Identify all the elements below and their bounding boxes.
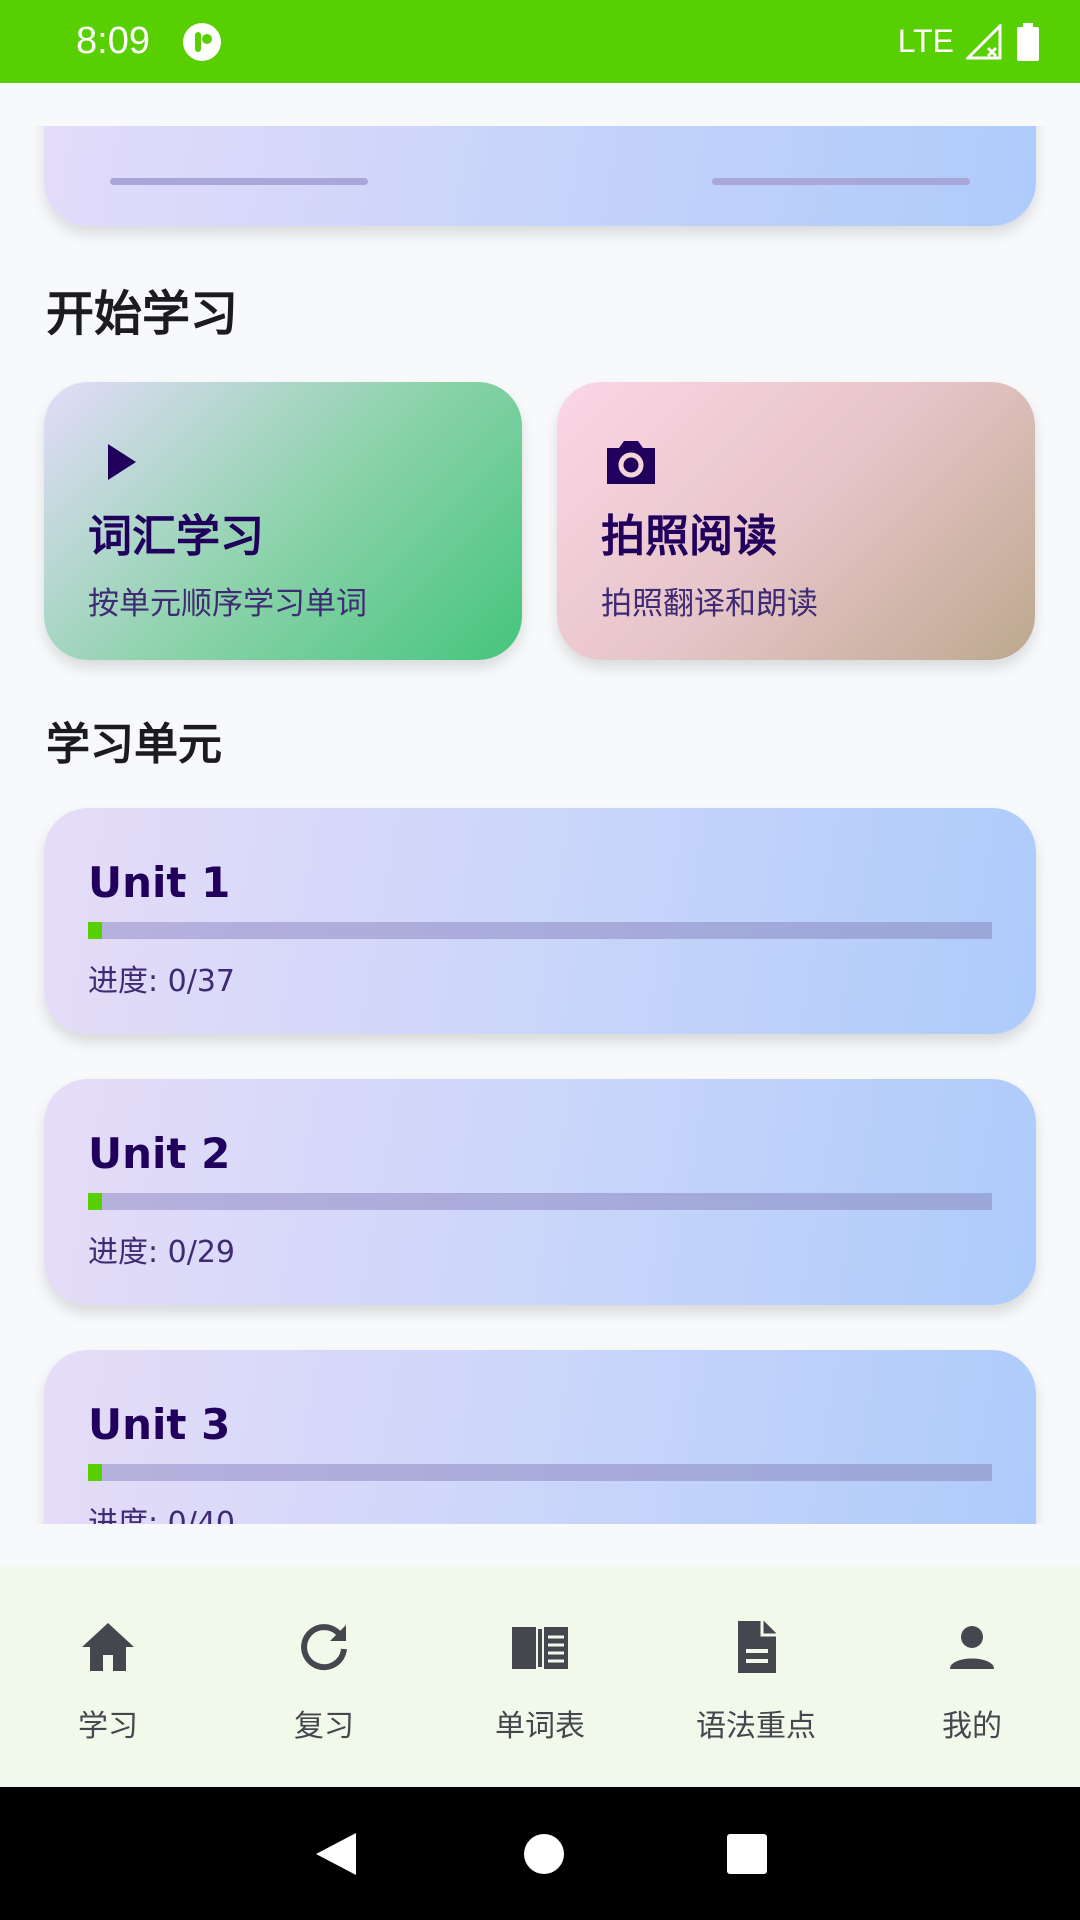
battery-icon [1017, 22, 1039, 61]
nav-item-study[interactable]: 学习 [0, 1567, 216, 1787]
nav-label: 复习 [294, 1709, 354, 1744]
vocab-study-subtitle: 按单元顺序学习单词 [88, 586, 367, 622]
section-title-start: 开始学习 [46, 286, 239, 342]
unit-progress-bar [88, 922, 992, 939]
document-icon [738, 1621, 776, 1673]
photo-reading-card[interactable]: 拍照阅读 拍照翻译和朗读 [557, 382, 1035, 660]
nav-label: 我的 [942, 1709, 1002, 1744]
stats-progress-line [110, 178, 368, 185]
unit-title: Unit 1 [88, 858, 231, 907]
unit-progress-text: 进度: 0/29 [88, 1235, 236, 1270]
content-scroll-area[interactable]: 开始学习 词汇学习 按单元顺序学习单词 拍照阅读 拍照翻译和朗读 学习单元 Un… [0, 126, 1080, 1524]
book-icon [512, 1627, 568, 1669]
camera-icon [607, 441, 655, 484]
system-navigation-bar [0, 1787, 1080, 1920]
unit-title: Unit 2 [88, 1129, 231, 1178]
nav-item-profile[interactable]: 我的 [864, 1567, 1080, 1787]
unit-progress-fill [88, 1193, 103, 1210]
bottom-navigation: 学习 复习 单词表 语法重点 我的 [0, 1567, 1080, 1787]
section-title-units: 学习单元 [46, 719, 222, 770]
status-time: 8:09 [76, 20, 150, 62]
unit-progress-bar [88, 1193, 992, 1210]
unit-card[interactable]: Unit 3 进度: 0/40 [44, 1350, 1036, 1524]
play-icon [108, 444, 136, 480]
stats-progress-line [712, 178, 970, 185]
signal-icon [966, 23, 1002, 59]
unit-progress-fill [88, 1464, 103, 1481]
network-type: LTE [897, 23, 954, 59]
unit-title: Unit 3 [88, 1400, 231, 1449]
unit-progress-bar [88, 1464, 992, 1481]
app-notification-icon [182, 22, 221, 61]
vocab-study-card[interactable]: 词汇学习 按单元顺序学习单词 [44, 382, 522, 660]
nav-label: 学习 [78, 1709, 138, 1744]
home-button-icon[interactable] [522, 1832, 566, 1876]
status-bar: 8:09 LTE [0, 0, 1080, 83]
photo-reading-title: 拍照阅读 [601, 511, 777, 562]
nav-item-review[interactable]: 复习 [216, 1567, 432, 1787]
refresh-icon [301, 1624, 347, 1671]
photo-reading-subtitle: 拍照翻译和朗读 [601, 586, 818, 622]
nav-label: 语法重点 [696, 1709, 816, 1744]
person-icon [950, 1626, 994, 1669]
nav-item-wordlist[interactable]: 单词表 [432, 1567, 648, 1787]
vocab-study-title: 词汇学习 [88, 511, 264, 562]
unit-progress-text: 进度: 0/40 [88, 1506, 236, 1524]
unit-progress-fill [88, 922, 103, 939]
unit-card[interactable]: Unit 2 进度: 0/29 [44, 1079, 1036, 1305]
nav-item-grammar[interactable]: 语法重点 [648, 1567, 864, 1787]
unit-progress-text: 进度: 0/37 [88, 964, 236, 999]
nav-label: 单词表 [495, 1709, 585, 1744]
stats-card [44, 126, 1036, 226]
recents-icon[interactable] [726, 1833, 768, 1875]
home-icon [82, 1623, 134, 1671]
unit-card[interactable]: Unit 1 进度: 0/37 [44, 808, 1036, 1034]
back-icon[interactable] [312, 1829, 362, 1879]
